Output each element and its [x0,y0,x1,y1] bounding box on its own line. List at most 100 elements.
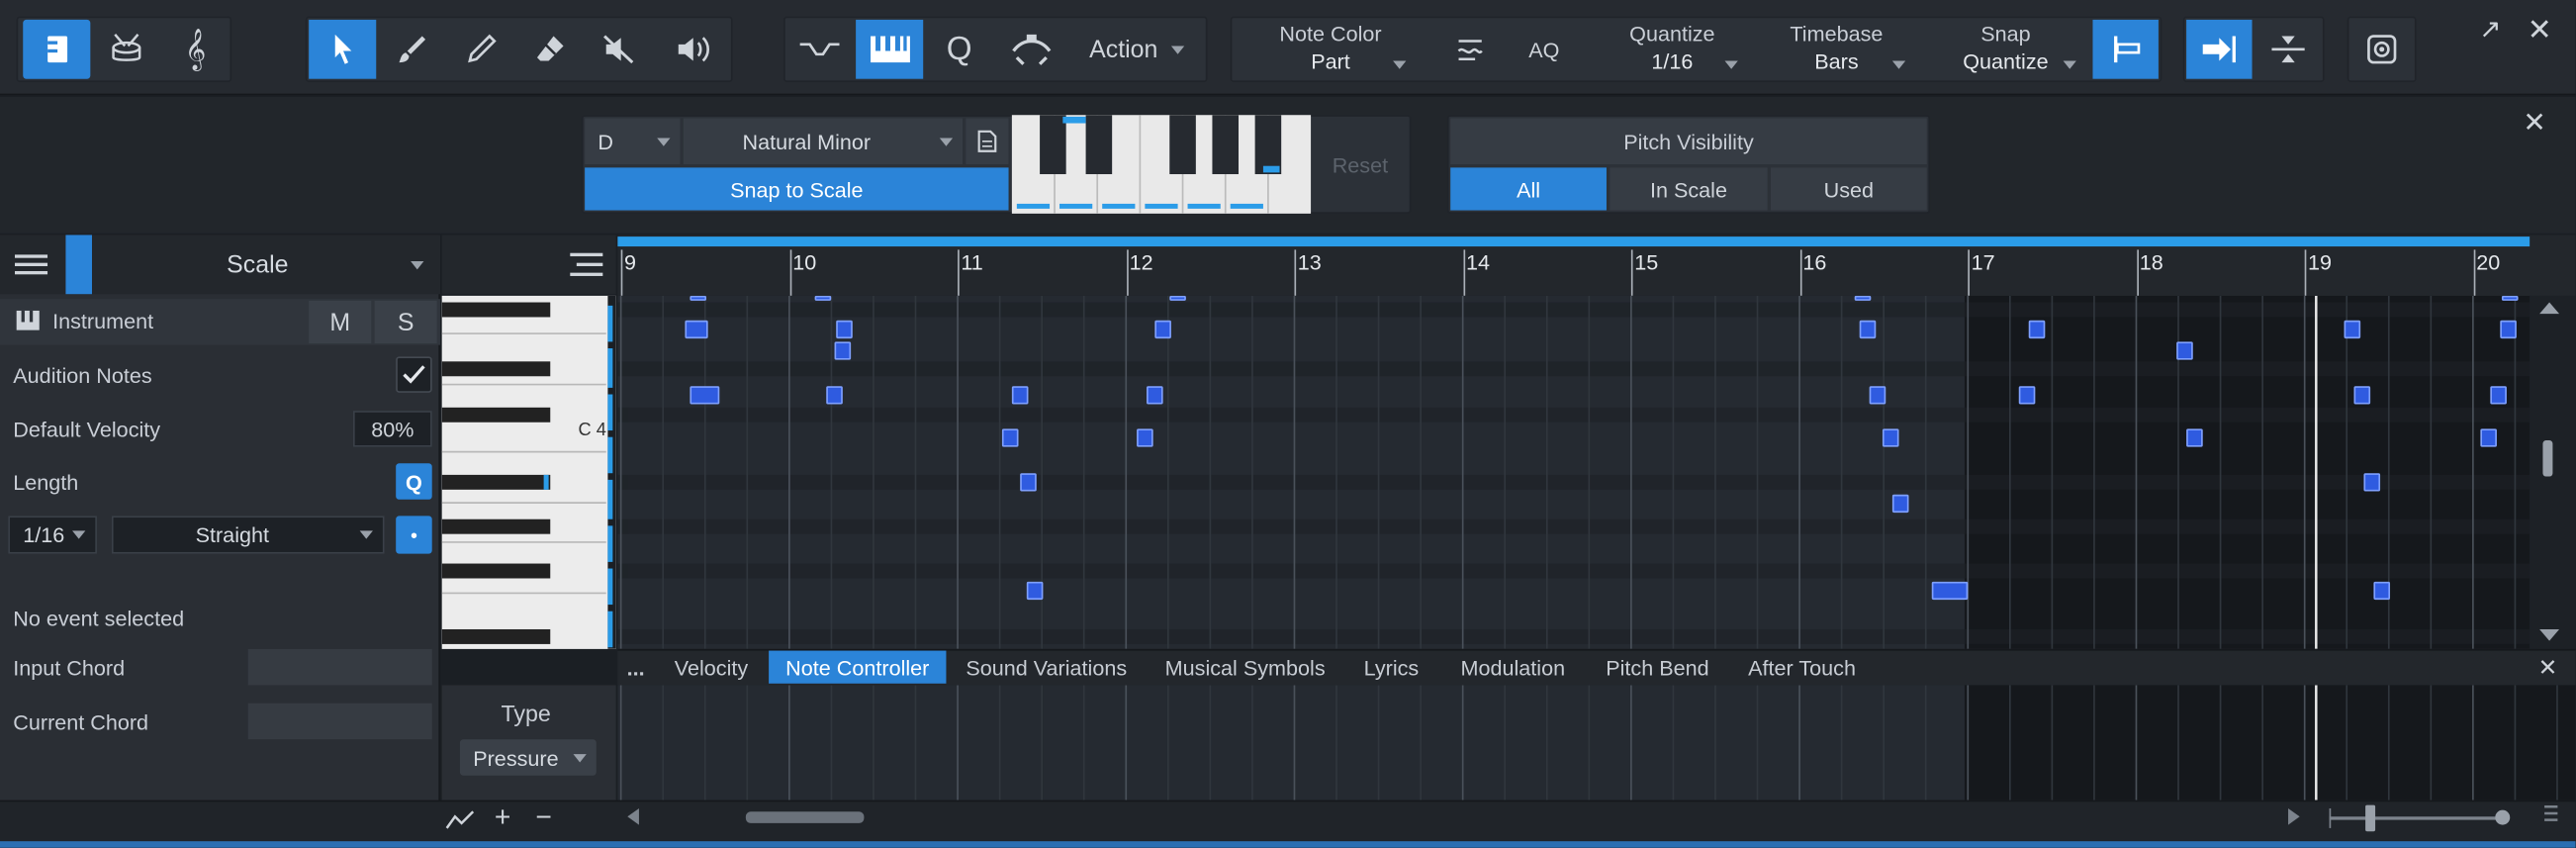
close-scale-bar-button[interactable]: ✕ [2519,107,2551,140]
note-event[interactable] [2028,320,2046,339]
drum-editor-button[interactable] [94,20,159,79]
length-mode-select[interactable]: Straight [111,516,385,554]
mute-button[interactable]: M [309,300,372,344]
arrow-tool-button[interactable] [309,19,377,79]
note-event[interactable] [690,386,720,405]
zoom-max-knob[interactable] [2495,809,2511,825]
paint-tool-button[interactable] [380,20,445,79]
note-event[interactable] [2018,386,2036,405]
tab-after-touch[interactable]: After Touch [1734,651,1869,684]
scroll-up-icon[interactable] [2539,302,2560,315]
controller-lane[interactable] [617,685,2576,801]
scale-info-button[interactable] [966,118,1009,165]
note-event[interactable] [1020,473,1037,492]
note-event[interactable] [1026,581,1044,601]
zoom-fit-button[interactable] [2255,20,2321,79]
scroll-right-icon[interactable] [2288,807,2300,825]
note-event[interactable] [826,386,843,405]
mute-tool-button[interactable] [587,20,652,79]
note-event[interactable] [1001,428,1019,447]
note-event[interactable] [2490,386,2507,405]
note-event[interactable] [1859,320,1877,339]
pv-used-button[interactable]: Used [1771,167,1927,211]
inspector-menu-button[interactable] [7,243,56,286]
inspector-view-select[interactable]: Scale [95,243,433,286]
solo-button[interactable]: S [374,300,437,344]
zoom-slider-thumb[interactable] [2365,804,2376,832]
note-event[interactable] [1891,494,1909,514]
snap-to-scale-button[interactable]: Snap to Scale [585,167,1009,211]
piano-keyboard[interactable]: C 4 [441,295,616,649]
keyboard-toggle-button[interactable] [856,19,924,79]
eraser-tool-button[interactable] [517,20,583,79]
note-event[interactable] [814,295,832,301]
note-event[interactable] [690,295,707,301]
tab-musical-symbols[interactable]: Musical Symbols [1150,651,1340,684]
scroll-left-icon[interactable] [627,807,639,825]
note-event[interactable] [1137,428,1153,447]
controller-type-select[interactable]: Pressure [459,739,597,776]
note-event[interactable] [1011,386,1029,405]
zoom-slider-track[interactable] [2329,816,2504,820]
note-event[interactable] [1931,581,1969,601]
note-event[interactable] [1147,386,1163,405]
pencil-tool-button[interactable] [448,20,513,79]
snap-toggle-button[interactable] [2092,19,2159,79]
action-menu-button[interactable]: Action [1071,20,1203,79]
scale-keyboard[interactable] [1011,115,1312,214]
default-velocity-field[interactable]: 80% [353,411,432,447]
add-lane-button[interactable]: + [488,801,517,834]
autoscroll-button[interactable] [2186,19,2253,79]
center-button[interactable] [2350,20,2413,79]
scale-reset-button[interactable]: Reset [1311,115,1410,214]
tab-velocity[interactable]: Velocity [657,651,766,684]
snap-select[interactable]: Snap Quantize [1928,20,2082,79]
quantize-select[interactable]: Quantize 1/16 [1597,20,1748,79]
view-options-button[interactable] [567,246,606,283]
tab-lyrics[interactable]: Lyrics [1350,651,1432,684]
scale-type-select[interactable]: Natural Minor [683,118,964,165]
horizontal-scroll-thumb[interactable] [745,811,865,823]
note-event[interactable] [836,320,853,339]
vertical-scroll-thumb[interactable] [2542,440,2553,477]
note-event[interactable] [2344,320,2361,339]
note-event[interactable] [2363,473,2381,492]
note-event[interactable] [1869,386,1886,405]
scroll-down-icon[interactable] [2539,628,2560,641]
note-event[interactable] [2353,386,2371,405]
resize-grip-icon[interactable] [2537,803,2560,826]
note-event[interactable] [685,320,708,339]
length-value-select[interactable]: 1/16 [8,516,97,554]
scale-root-select[interactable]: D [585,118,681,165]
transform-button[interactable] [995,20,1067,79]
humanize-button[interactable] [1445,23,1495,75]
note-color-select[interactable]: Note Color Part [1248,20,1413,79]
aq-button[interactable]: AQ [1515,23,1574,75]
current-chord-field[interactable] [247,703,432,740]
quantize-q-button[interactable]: Q [927,20,992,79]
tab-note-controller[interactable]: Note Controller [769,650,947,684]
expand-button[interactable]: ↗ [2474,13,2507,46]
length-dot-button[interactable]: • [396,516,432,554]
automation-toggle-button[interactable] [786,20,852,79]
note-event[interactable] [2186,428,2203,447]
note-event[interactable] [2176,341,2193,360]
score-editor-button[interactable]: 𝄞 [162,20,228,79]
piano-editor-button[interactable] [23,19,91,79]
note-event[interactable] [2500,320,2517,339]
audition-notes-checkbox[interactable] [396,356,432,393]
lane-automation-button[interactable] [443,805,476,835]
timebase-select[interactable]: Timebase Bars [1761,20,1912,79]
length-quantize-button[interactable]: Q [396,463,432,500]
note-event[interactable] [1169,295,1186,301]
note-event[interactable] [1154,320,1171,339]
note-event[interactable] [2501,295,2519,301]
note-event[interactable] [2373,581,2391,601]
tab-modulation[interactable]: Modulation [1445,651,1580,684]
note-grid[interactable] [617,295,2530,649]
input-chord-field[interactable] [247,648,432,686]
note-event[interactable] [834,341,852,360]
loop-range-bar[interactable] [617,236,2530,247]
close-editor-button[interactable]: ✕ [2524,12,2556,46]
remove-lane-button[interactable]: − [529,801,559,834]
